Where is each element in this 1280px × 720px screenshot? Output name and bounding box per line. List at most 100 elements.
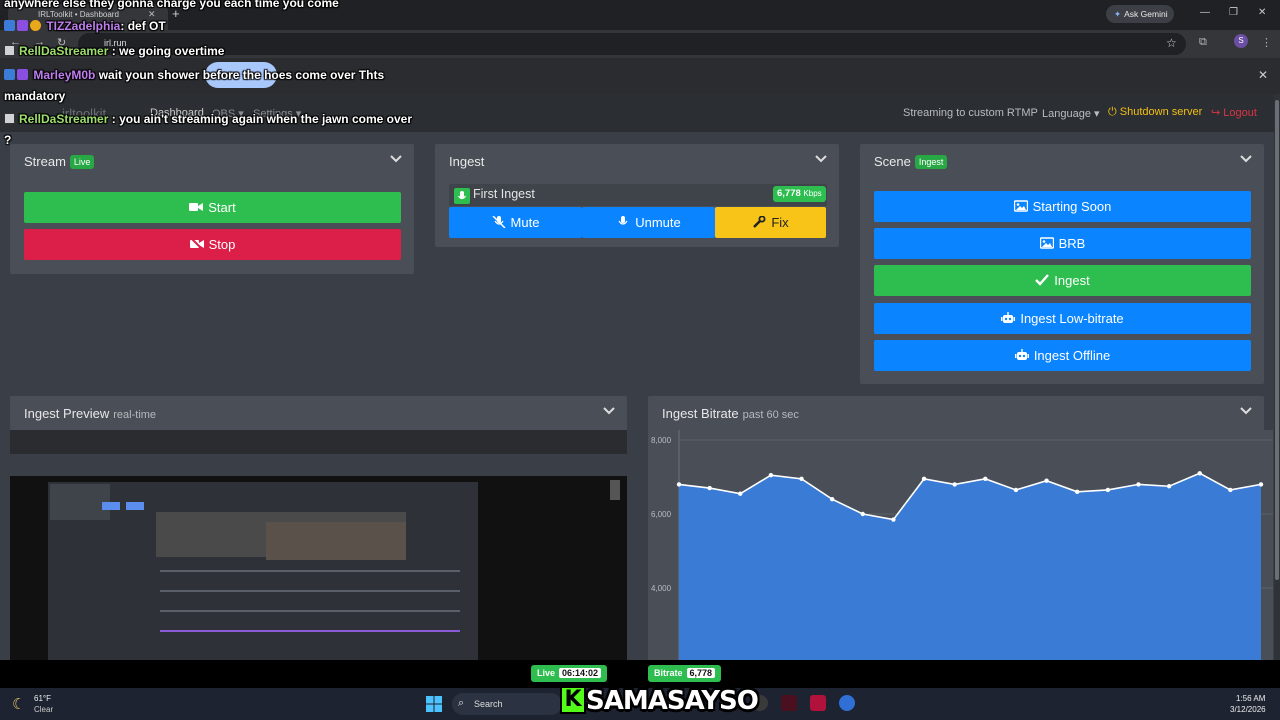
weather-description[interactable]: Clear — [34, 705, 53, 714]
stream-title: Stream — [24, 154, 66, 169]
stop-label: Stop — [208, 237, 236, 252]
scene-starting-soon-button[interactable]: Starting Soon — [874, 191, 1251, 222]
page-scrollbar-thumb[interactable] — [1275, 100, 1279, 580]
bitrate-title: Ingest Bitrate — [662, 406, 739, 421]
scene-ingest-low-bitrate-button[interactable]: Ingest Low-bitrate — [874, 303, 1251, 334]
chat-message: anywhere else they gonna charge you each… — [4, 0, 339, 10]
scene-brb-button[interactable]: BRB — [874, 228, 1251, 259]
chevron-down-icon[interactable] — [603, 403, 615, 415]
bitrate-point — [707, 485, 712, 491]
power-icon: ⏻ — [1108, 106, 1117, 118]
y-tick-label: 4,000 — [651, 584, 672, 593]
ingest-preview-video — [10, 430, 627, 660]
chat-username: MarleyM0b — [33, 68, 96, 82]
logout-icon: ↪ — [1211, 107, 1221, 119]
badge-icon — [17, 69, 28, 80]
profile-avatar[interactable]: S — [1234, 34, 1248, 48]
acrobat-icon[interactable] — [810, 695, 826, 711]
taskbar-date[interactable]: 3/12/2026 — [1230, 705, 1266, 714]
wrench-icon — [753, 215, 766, 228]
taskbar-search[interactable] — [452, 693, 562, 715]
chat-text: ? — [4, 133, 12, 147]
preview-subtitle: real-time — [113, 409, 157, 421]
minimize-icon[interactable]: — — [1200, 7, 1210, 18]
window-close-icon[interactable]: ✕ — [1258, 7, 1266, 18]
mute-button[interactable]: Mute — [449, 207, 582, 238]
start-stream-button[interactable]: Start — [24, 192, 401, 223]
bitrate-point — [1044, 478, 1049, 483]
fix-button[interactable]: Fix — [715, 207, 826, 238]
live-pill-value: 06:14:02 — [559, 668, 602, 678]
stream-card: Stream Live Start Stop — [10, 144, 414, 274]
omnibox[interactable]: irl.run — [78, 33, 1186, 55]
microphone-slash-icon — [492, 215, 506, 229]
preview-navbar — [10, 454, 627, 476]
windows-start-icon[interactable] — [426, 696, 442, 712]
bitrate-point — [1013, 487, 1019, 493]
maximize-icon[interactable]: ❐ — [1229, 7, 1238, 18]
bitrate-point — [1166, 484, 1172, 489]
bitrate-card-title: Ingest Bitrate past 60 sec — [662, 406, 799, 421]
preview-card-title: Ingest Preview real-time — [24, 406, 156, 421]
bitrate-pill: Bitrate 6,778 — [648, 665, 722, 682]
weather-temperature[interactable]: 61°F — [34, 694, 51, 703]
language-label: Language — [1042, 108, 1091, 120]
chevron-down-icon[interactable] — [1240, 151, 1252, 163]
chat-message: MarleyM0b wait youn shower before the ho… — [4, 68, 384, 82]
taskbar-time[interactable]: 1:56 AM — [1236, 694, 1265, 703]
preview-side-icons — [610, 480, 620, 500]
bitrate-point — [1136, 482, 1141, 487]
chevron-down-icon[interactable] — [815, 151, 827, 163]
image-icon — [1039, 237, 1054, 249]
chevron-down-icon[interactable] — [390, 151, 402, 163]
scene-ingest-offline-button[interactable]: Ingest Offline — [874, 340, 1251, 371]
app-icon[interactable] — [781, 695, 797, 711]
robot-icon — [1014, 349, 1029, 360]
scene-label: Ingest — [1054, 273, 1090, 288]
chat-username: TIZZadelphia — [46, 19, 121, 33]
ingest-card-title: Ingest — [449, 154, 485, 169]
infobar-close-icon[interactable]: ✕ — [1258, 68, 1268, 82]
chat-username: RellDaStreamer — [19, 112, 109, 126]
language-dropdown[interactable]: Language ▾ — [1042, 107, 1100, 120]
bitrate-point — [983, 476, 988, 482]
bitrate-chart: 8,000 6,000 4,000 — [649, 430, 1273, 660]
scene-badge: Ingest — [914, 155, 948, 169]
unmute-label: Unmute — [635, 215, 681, 230]
badge-icon — [4, 113, 15, 124]
scene-label: Ingest Offline — [1033, 348, 1111, 363]
chrome-icon[interactable] — [839, 695, 855, 711]
kbps-value: 6,778 — [777, 188, 801, 199]
live-timer-pill: Live 06:14:02 — [531, 665, 608, 682]
chevron-down-icon[interactable] — [1240, 403, 1252, 415]
logout-link[interactable]: ↪ Logout — [1211, 106, 1257, 119]
unmute-button[interactable]: Unmute — [582, 207, 715, 238]
extensions-icon[interactable]: ⧉ — [1199, 36, 1207, 49]
bitrate-pill-label: Bitrate — [654, 668, 683, 678]
tab-title: IRLToolkit • Dashboard — [38, 10, 119, 19]
bitrate-point — [1228, 487, 1233, 493]
bitrate-subtitle: past 60 sec — [742, 409, 799, 421]
ask-gemini-button[interactable]: ✦ Ask Gemini — [1106, 5, 1174, 23]
image-icon — [1013, 200, 1028, 212]
badge-icon — [4, 45, 15, 56]
status-strip — [0, 660, 1280, 688]
preview-line — [160, 610, 460, 612]
shutdown-server-link[interactable]: ⏻ Shutdown server — [1108, 106, 1202, 119]
badge-icon — [4, 20, 15, 31]
menu-kebab-icon[interactable]: ⋮ — [1261, 36, 1272, 49]
chat-message: TIZZadelphia: def OT — [4, 19, 166, 33]
preview-line — [160, 630, 460, 632]
bitrate-point — [738, 491, 743, 496]
stop-stream-button[interactable]: Stop — [24, 229, 401, 260]
kbps-badge: 6,778 Kbps — [773, 186, 826, 202]
bookmark-star-icon[interactable]: ☆ — [1166, 36, 1177, 50]
taskbar-search-label: Search — [474, 699, 503, 709]
bitrate-point — [1258, 482, 1264, 487]
y-tick-label: 8,000 — [651, 436, 672, 445]
scene-ingest-button[interactable]: Ingest — [874, 265, 1251, 296]
badge-icon — [17, 20, 28, 31]
preview-allow-button — [102, 502, 120, 510]
chat-message: RellDaStreamer : we going overtime — [4, 44, 224, 58]
start-label: Start — [208, 200, 236, 215]
